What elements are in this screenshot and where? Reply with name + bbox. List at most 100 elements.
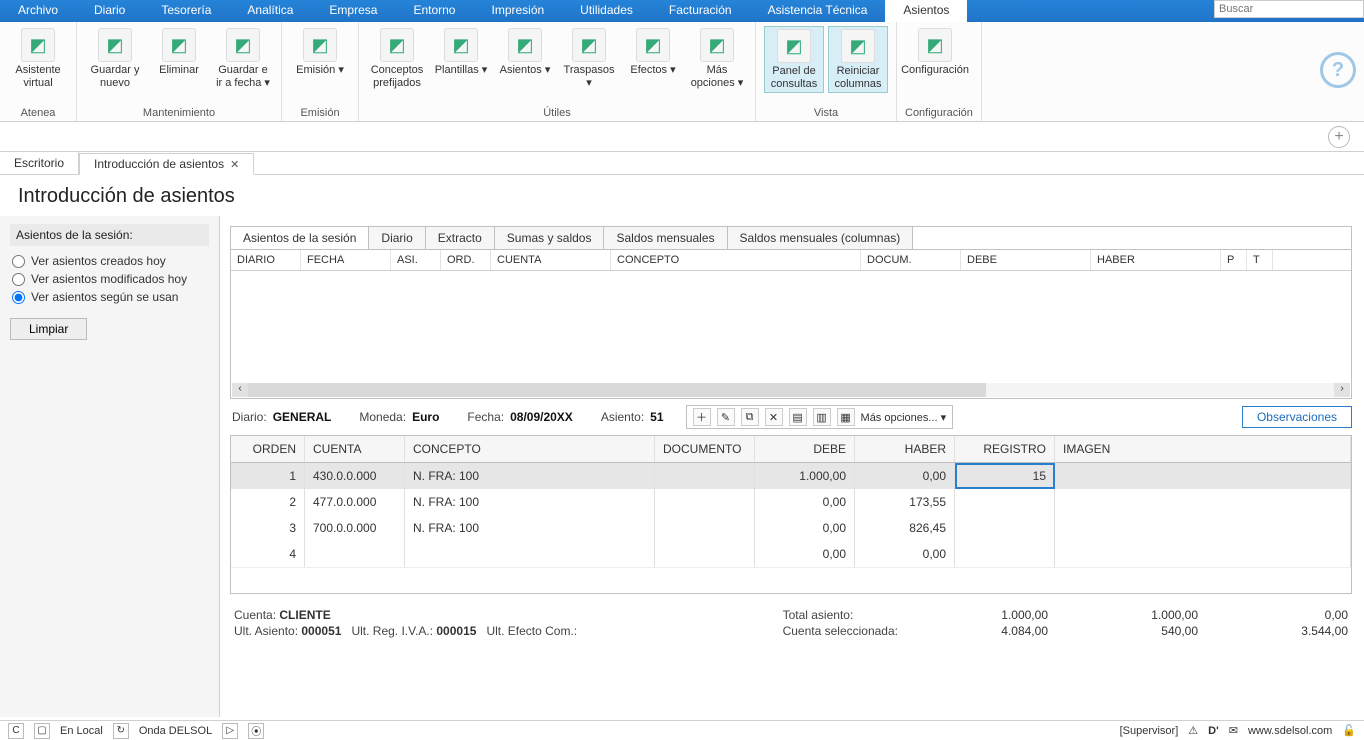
tool-c-icon[interactable]: ▦ [837, 408, 855, 426]
menu-archivo[interactable]: Archivo [0, 0, 76, 22]
table-row[interactable]: 1430.0.0.000N. FRA: 1001.000,000,0015 [231, 463, 1351, 489]
scroll-right-icon[interactable]: › [1334, 383, 1350, 397]
guardar-nuevo[interactable]: ◩Guardar y nuevo [85, 26, 145, 91]
table-row[interactable]: 40,000,00 [231, 541, 1351, 567]
reiniciar-columnas[interactable]: ◩Reiniciar columnas [828, 26, 888, 93]
col-header[interactable]: ASI. [391, 250, 441, 270]
status-d-icon[interactable]: D' [1208, 725, 1219, 737]
col-header[interactable]: T [1247, 250, 1273, 270]
inner-tab[interactable]: Saldos mensuales [604, 227, 727, 249]
emision[interactable]: ◩Emisión ▾ [290, 26, 350, 79]
col-header[interactable]: HABER [855, 436, 955, 462]
efectos[interactable]: ◩Efectos ▾ [623, 26, 683, 79]
status-lock-icon[interactable]: 🔓 [1342, 724, 1356, 737]
asistente-virtual-icon: ◩ [21, 28, 55, 62]
mas-opciones-utiles[interactable]: ◩Más opciones ▾ [687, 26, 747, 91]
inner-tab[interactable]: Diario [369, 227, 425, 249]
limpiar-button[interactable]: Limpiar [10, 318, 87, 340]
col-header[interactable]: DIARIO [231, 250, 301, 270]
col-header[interactable]: CONCEPTO [405, 436, 655, 462]
radio-option[interactable]: Ver asientos modificados hoy [12, 272, 207, 286]
col-header[interactable]: DEBE [755, 436, 855, 462]
entry-grid[interactable]: ORDENCUENTACONCEPTODOCUMENTODEBEHABERREG… [230, 435, 1352, 594]
radio-option[interactable]: Ver asientos según se usan [12, 290, 207, 304]
col-header[interactable]: ORDEN [231, 436, 305, 462]
status-local: En Local [60, 725, 103, 737]
close-icon[interactable]: ✕ [230, 158, 239, 171]
panel-consultas-icon: ◩ [777, 29, 811, 63]
tool-b-icon[interactable]: ▥ [813, 408, 831, 426]
col-header[interactable]: ORD. [441, 250, 491, 270]
table-row[interactable]: 3700.0.0.000N. FRA: 1000,00826,45 [231, 515, 1351, 541]
main-area: Asientos de la sesiónDiarioExtractoSumas… [220, 216, 1364, 717]
col-header[interactable]: REGISTRO [955, 436, 1055, 462]
tool-a-icon[interactable]: ▤ [789, 408, 807, 426]
col-header[interactable]: CUENTA [305, 436, 405, 462]
observaciones-button[interactable]: Observaciones [1242, 406, 1352, 428]
plantillas-icon: ◩ [444, 28, 478, 62]
configuracion[interactable]: ◩Configuración [905, 26, 965, 79]
inner-tab[interactable]: Extracto [426, 227, 495, 249]
status-user: [Supervisor] [1120, 725, 1179, 737]
traspasos-label: Traspasos ▾ [561, 64, 617, 89]
col-header[interactable]: CONCEPTO [611, 250, 861, 270]
menu-asientos[interactable]: Asientos [885, 0, 967, 22]
status-site[interactable]: www.sdelsol.com [1248, 725, 1332, 737]
inner-tab[interactable]: Saldos mensuales (columnas) [728, 227, 914, 249]
menu-utilidades[interactable]: Utilidades [562, 0, 651, 22]
asistente-virtual-label: Asistente virtual [10, 64, 66, 89]
radio-option[interactable]: Ver asientos creados hoy [12, 254, 207, 268]
col-header[interactable]: DOCUMENTO [655, 436, 755, 462]
tool-delete-icon[interactable]: ✕ [765, 408, 783, 426]
search-input[interactable] [1214, 0, 1364, 18]
col-header[interactable]: IMAGEN [1055, 436, 1351, 462]
tool-new-icon[interactable]: ＋ [693, 408, 711, 426]
tool-copy-icon[interactable]: ⧉ [741, 408, 759, 426]
add-tab-button[interactable]: + [1328, 126, 1350, 148]
efectos-icon: ◩ [636, 28, 670, 62]
status-product: Onda DELSOL [139, 725, 212, 737]
menu-analítica[interactable]: Analítica [229, 0, 311, 22]
inner-tab[interactable]: Sumas y saldos [495, 227, 605, 249]
tool-edit-icon[interactable]: ✎ [717, 408, 735, 426]
status-record-icon[interactable]: ⦿ [248, 723, 264, 739]
traspasos[interactable]: ◩Traspasos ▾ [559, 26, 619, 91]
menu-facturación[interactable]: Facturación [651, 0, 750, 22]
help-icon[interactable]: ? [1320, 52, 1356, 88]
status-refresh-icon[interactable]: ↻ [113, 723, 129, 739]
menu-diario[interactable]: Diario [76, 0, 143, 22]
inner-tab[interactable]: Asientos de la sesión [231, 227, 369, 249]
col-header[interactable]: HABER [1091, 250, 1221, 270]
doc-tab[interactable]: Introducción de asientos✕ [79, 153, 254, 175]
scroll-left-icon[interactable]: ‹ [232, 383, 248, 397]
menu-tesorería[interactable]: Tesorería [143, 0, 229, 22]
status-mail-icon[interactable]: ✉ [1229, 724, 1238, 737]
guardar-ir-fecha[interactable]: ◩Guardar e ir a fecha ▾ [213, 26, 273, 91]
status-icon-c[interactable]: C [8, 723, 24, 739]
panel-consultas[interactable]: ◩Panel de consultas [764, 26, 824, 93]
menu-entorno[interactable]: Entorno [395, 0, 473, 22]
guardar-ir-fecha-icon: ◩ [226, 28, 260, 62]
col-header[interactable]: P [1221, 250, 1247, 270]
status-warn-icon[interactable]: ⚠ [1188, 724, 1198, 737]
col-header[interactable]: DEBE [961, 250, 1091, 270]
conceptos-prefijados[interactable]: ◩Conceptos prefijados [367, 26, 427, 91]
status-play-icon[interactable]: ▷ [222, 723, 238, 739]
col-header[interactable]: DOCUM. [861, 250, 961, 270]
traspasos-icon: ◩ [572, 28, 606, 62]
menu-empresa[interactable]: Empresa [311, 0, 395, 22]
eliminar[interactable]: ◩Eliminar [149, 26, 209, 79]
asientos-util[interactable]: ◩Asientos ▾ [495, 26, 555, 79]
col-header[interactable]: CUENTA [491, 250, 611, 270]
doc-tab[interactable]: Escritorio [0, 152, 79, 174]
session-grid[interactable]: DIARIOFECHAASI.ORD.CUENTACONCEPTODOCUM.D… [230, 249, 1352, 399]
horizontal-scrollbar[interactable]: ‹ › [232, 383, 1350, 397]
asistente-virtual[interactable]: ◩Asistente virtual [8, 26, 68, 91]
mas-opciones-link[interactable]: Más opciones... ▾ [861, 411, 947, 424]
col-header[interactable]: FECHA [301, 250, 391, 270]
plantillas[interactable]: ◩Plantillas ▾ [431, 26, 491, 79]
menu-asistencia técnica[interactable]: Asistencia Técnica [750, 0, 886, 22]
menu-impresión[interactable]: Impresión [473, 0, 562, 22]
table-row[interactable]: 2477.0.0.000N. FRA: 1000,00173,55 [231, 489, 1351, 515]
status-icon-box[interactable]: ▢ [34, 723, 50, 739]
